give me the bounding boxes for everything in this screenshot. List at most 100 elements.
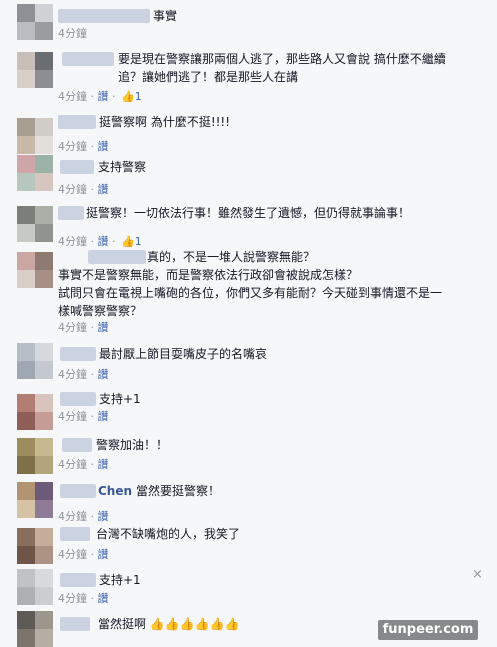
comment-text: 警察加油！！	[96, 438, 169, 452]
comment-text: 真的，不是一堆人說警察無能？ 事實不是警察無能，而是警察依法行政卻會被說成怎樣？…	[58, 250, 443, 318]
author-name-blurred[interactable]	[58, 115, 96, 129]
like-link[interactable]: 讚	[98, 183, 109, 196]
comment-meta: 4分鐘 · 讚	[58, 548, 109, 561]
avatar[interactable]	[17, 569, 53, 605]
author-name-blurred[interactable]	[60, 347, 96, 361]
avatar-tile	[17, 155, 35, 173]
author-name-blurred[interactable]	[62, 52, 114, 66]
comment-meta: 4分鐘 · 讚	[58, 368, 109, 381]
timestamp[interactable]: 4分鐘	[58, 321, 87, 334]
comment-text: 事實	[153, 9, 178, 23]
avatar[interactable]	[17, 206, 53, 242]
avatar-tile	[35, 569, 53, 587]
author-name-blurred[interactable]	[60, 573, 96, 587]
thumbs-up-icon: 👍	[121, 235, 135, 248]
timestamp[interactable]: 4分鐘	[58, 183, 87, 196]
author-name-blurred[interactable]	[62, 438, 92, 452]
author-name-blurred[interactable]	[58, 206, 84, 220]
watermark: funpeer.com	[378, 620, 478, 640]
timestamp[interactable]: 4分鐘	[58, 140, 87, 153]
avatar-tile	[17, 546, 35, 564]
comment-text: 支持+1	[99, 392, 141, 406]
timestamp[interactable]: 4分鐘	[58, 235, 87, 248]
avatar-tile	[35, 412, 53, 430]
timestamp[interactable]: 4分鐘	[58, 592, 87, 605]
avatar-tile	[17, 52, 35, 70]
like-link[interactable]: 讚	[98, 592, 109, 605]
avatar[interactable]	[17, 4, 53, 40]
timestamp[interactable]: 4分鐘	[58, 410, 87, 423]
like-link[interactable]: 讚	[98, 410, 109, 423]
author-name-blurred[interactable]	[58, 9, 150, 23]
comment-meta: 4分鐘	[58, 27, 87, 41]
avatar[interactable]	[17, 52, 53, 88]
author-name-blurred[interactable]	[60, 484, 96, 498]
author-name-blurred[interactable]	[60, 527, 90, 541]
timestamp[interactable]: 4分鐘	[58, 510, 87, 523]
comment-text: 最討厭上節目耍嘴皮子的名嘴哀	[99, 347, 268, 361]
like-link[interactable]: 讚	[98, 321, 109, 334]
timestamp[interactable]: 4分鐘	[58, 27, 87, 40]
avatar-tile	[17, 173, 35, 191]
like-link[interactable]: 讚	[98, 368, 109, 381]
avatar-tile	[35, 343, 53, 361]
avatar[interactable]	[17, 611, 53, 647]
thumbs-up-icon: 👍	[121, 90, 135, 103]
comment-meta: 4分鐘 · 讚 · 👍1	[58, 235, 142, 248]
like-link[interactable]: 讚	[98, 548, 109, 561]
author-name-blurred[interactable]	[60, 617, 90, 631]
author-name[interactable]: Chen	[98, 482, 132, 500]
avatar-tile	[35, 70, 53, 88]
timestamp[interactable]: 4分鐘	[58, 90, 87, 103]
avatar[interactable]	[17, 482, 53, 518]
author-name-blurred[interactable]	[60, 392, 96, 406]
avatar[interactable]	[17, 438, 53, 474]
avatar-tile	[35, 528, 53, 546]
like-link[interactable]: 讚	[98, 140, 109, 153]
comment-meta: 4分鐘 · 讚	[58, 183, 109, 196]
avatar-tile	[35, 438, 53, 456]
avatar-tile	[35, 482, 53, 500]
avatar-tile	[35, 270, 53, 288]
avatar-tile	[17, 118, 35, 136]
avatar-tile	[35, 500, 53, 518]
comment-text: 台灣不缺嘴炮的人，我笑了	[96, 527, 241, 541]
avatar-tile	[35, 361, 53, 379]
comment-meta: 4分鐘 · 讚 · 👍1	[58, 90, 142, 103]
avatar-tile	[17, 4, 35, 22]
avatar-tile	[17, 136, 35, 154]
avatar[interactable]	[17, 394, 53, 430]
avatar-tile	[35, 456, 53, 474]
avatar-tile	[17, 343, 35, 361]
avatar-tile	[35, 252, 53, 270]
like-count[interactable]: 1	[135, 235, 142, 248]
timestamp[interactable]: 4分鐘	[58, 368, 87, 381]
close-icon[interactable]: ×	[472, 567, 483, 582]
avatar-tile	[35, 136, 53, 154]
avatar-tile	[17, 456, 35, 474]
like-link[interactable]: 讚	[98, 458, 109, 471]
avatar[interactable]	[17, 528, 53, 564]
timestamp[interactable]: 4分鐘	[58, 458, 87, 471]
like-link[interactable]: 讚	[98, 235, 109, 248]
timestamp[interactable]: 4分鐘	[58, 548, 87, 561]
author-name-blurred[interactable]	[60, 160, 94, 174]
avatar[interactable]	[17, 118, 53, 154]
avatar-tile	[35, 173, 53, 191]
like-count[interactable]: 1	[135, 90, 142, 103]
avatar-tile	[35, 587, 53, 605]
like-link[interactable]: 讚	[98, 90, 109, 103]
avatar[interactable]	[17, 343, 53, 379]
comment-meta: 4分鐘 · 讚	[58, 321, 109, 334]
avatar-tile	[17, 412, 35, 430]
avatar-tile	[35, 118, 53, 136]
avatar-tile	[17, 252, 35, 270]
avatar[interactable]	[17, 252, 53, 288]
avatar-tile	[17, 528, 35, 546]
like-link[interactable]: 讚	[98, 510, 109, 523]
avatar[interactable]	[17, 155, 53, 191]
avatar-tile	[17, 22, 35, 40]
avatar-tile	[17, 611, 35, 629]
avatar-tile	[17, 270, 35, 288]
avatar-tile	[35, 394, 53, 412]
